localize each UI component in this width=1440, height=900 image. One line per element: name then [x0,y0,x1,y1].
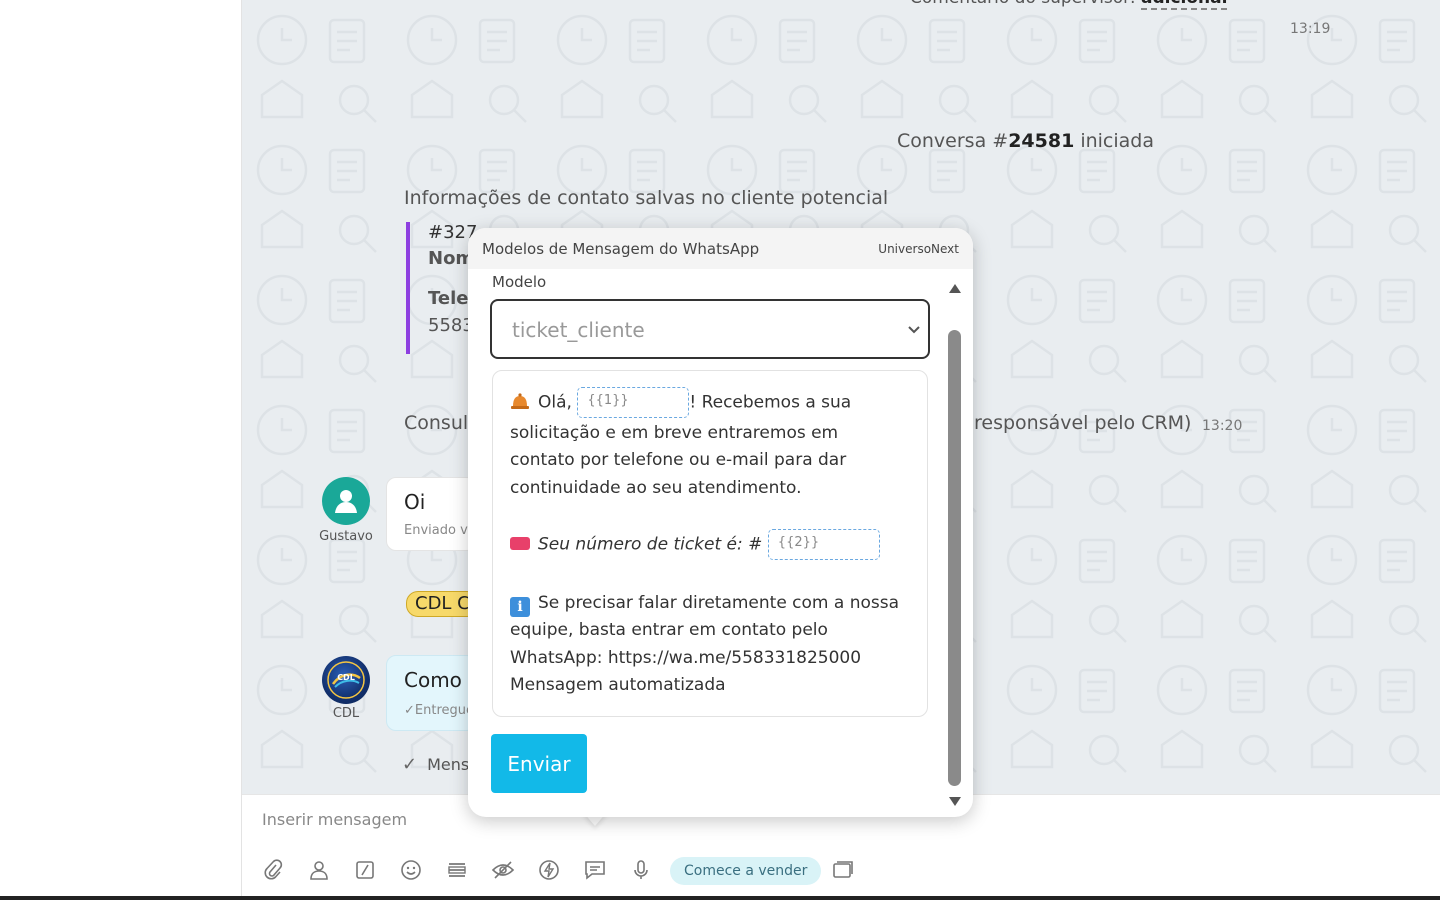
consult-notice: Consul [404,412,469,434]
template-line: WhatsApp: https://wa.me/558331825000 [510,648,862,668]
user-icon [335,490,357,513]
responsible-notice: responsável pelo CRM) [974,412,1192,434]
message-status: ✓Entregue [404,703,474,718]
send-button[interactable]: Enviar [491,734,587,793]
template-line: Seu número de ticket é: # {{2}} [510,529,880,560]
popup-header: Modelos de Mensagem do WhatsApp Universo… [468,228,973,269]
template-variable-1[interactable]: {{1}} [577,387,690,418]
command-icon[interactable] [352,857,378,883]
supervisor-comment: Comentário do supervisor: adicional [910,0,1228,10]
template-list-icon[interactable] [444,857,470,883]
conversation-started-notice: Conversa #24581 iniciada [897,130,1155,152]
info-icon: i [510,597,530,617]
sender-name: Gustavo [319,529,373,544]
brand-label: UniversoNext [878,242,959,256]
scroll-down-icon[interactable] [949,797,961,806]
message-bubble[interactable]: Como ✓Entregue [386,655,476,731]
template-line: i Se precisar falar diretamente com a nos… [510,593,899,617]
template-line: contato por telefone ou e-mail para dar [510,450,847,470]
template-line: solicitação e em breve entraremos em [510,423,839,443]
check-icon: ✓ [402,754,418,775]
start-selling-button[interactable]: Comece a vender [670,857,822,885]
scrollbar-thumb[interactable] [948,330,961,786]
microphone-icon[interactable] [628,857,654,883]
template-variable-2[interactable]: {{2}} [767,529,880,560]
message-text: Oi [404,490,426,514]
scroll-up-icon[interactable] [949,284,961,293]
hide-eye-icon[interactable] [490,857,516,883]
whatsapp-template-popup: Modelos de Mensagem do WhatsApp Universo… [468,228,973,817]
left-panel [0,0,242,896]
popup-title: Modelos de Mensagem do WhatsApp [482,240,760,258]
lightning-icon[interactable] [536,857,562,883]
emoji-icon[interactable] [398,857,424,883]
avatar[interactable]: CDL [322,656,370,704]
bottom-edge [0,896,1440,900]
contact-info-title: Informações de contato salvas no cliente… [404,187,889,209]
model-label: Modelo [492,273,547,291]
cdl-logo-icon: CDL [327,661,365,699]
sender-name: CDL [332,706,360,721]
avatar[interactable] [322,477,370,525]
conversation-number: 24581 [1008,130,1075,152]
template-preview: Olá, {{1}}! Recebemos a sua solicitação … [492,370,928,717]
template-line: Olá, {{1}}! Recebemos a sua [510,387,851,418]
model-select-value: ticket_cliente [512,318,645,342]
template-line: equipe, basta entrar em contato pelo [510,620,828,640]
template-line: Mensagem automatizada [510,675,726,695]
attachment-icon[interactable] [260,857,286,883]
bell-icon [510,392,530,409]
whatsapp-template-icon[interactable] [582,857,608,883]
contact-card-line: 5583 [428,315,474,336]
popup-scrollbar[interactable] [948,280,962,806]
window-icon[interactable] [830,857,856,883]
message-bubble[interactable]: Oi Enviado vi [386,477,476,551]
message-status: Enviado vi [404,523,472,538]
message-timestamp: 13:19 [1290,21,1331,37]
template-line: continuidade ao seu atendimento. [510,478,802,498]
message-info: ✓ Mens [402,754,470,775]
message-text: Como [404,668,462,692]
chevron-down-icon [908,326,920,334]
message-timestamp: 13:20 [1202,418,1243,434]
contact-icon[interactable] [306,857,332,883]
ticket-icon [510,536,530,550]
supervisor-comment-value: adicional [1141,0,1228,10]
svg-text:CDL: CDL [337,673,355,682]
model-select[interactable]: ticket_cliente [490,299,930,359]
